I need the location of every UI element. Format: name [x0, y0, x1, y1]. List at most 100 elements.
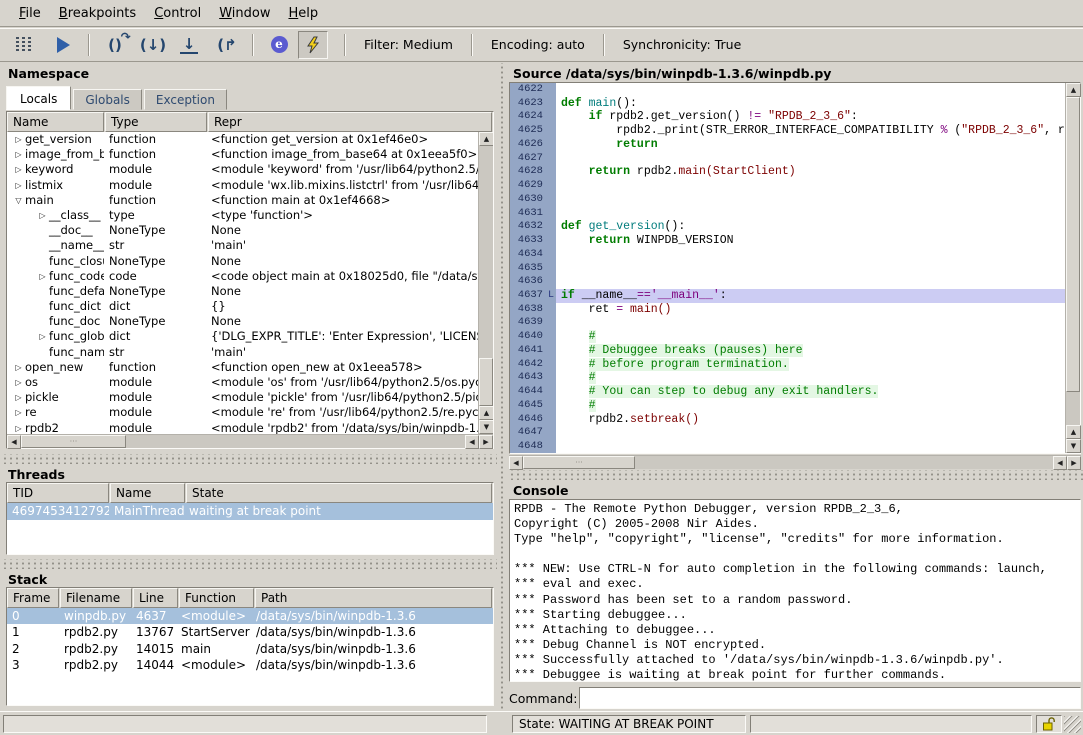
line-number[interactable]: 4636: [510, 275, 546, 289]
scroll-up-icon[interactable]: ▲: [479, 132, 493, 146]
line-number[interactable]: 4634: [510, 248, 546, 262]
gutter-marker[interactable]: [546, 399, 556, 413]
line-number[interactable]: 4629: [510, 179, 546, 193]
go-button[interactable]: [48, 31, 78, 59]
namespace-vertical-scrollbar[interactable]: ▲ ▲ ▼: [478, 132, 493, 434]
gutter-marker[interactable]: [546, 275, 556, 289]
gutter-marker[interactable]: [546, 316, 556, 330]
scroll-left-icon[interactable]: ◀: [465, 435, 479, 449]
scroll-left-icon[interactable]: ◀: [509, 456, 523, 470]
line-number[interactable]: 4633: [510, 234, 546, 248]
line-number[interactable]: 4640: [510, 330, 546, 344]
gutter-marker[interactable]: [546, 220, 556, 234]
stack-row[interactable]: 2rpdb2.py14015main/data/sys/bin/winpdb-1…: [7, 641, 493, 657]
scroll-left-icon[interactable]: ◀: [7, 435, 21, 449]
gutter-marker[interactable]: [546, 385, 556, 399]
line-number[interactable]: 4644: [510, 385, 546, 399]
line-number[interactable]: 4624: [510, 110, 546, 124]
expand-arrow-icon[interactable]: ▷: [12, 378, 25, 387]
scroll-track[interactable]: [126, 435, 465, 448]
expand-arrow-icon[interactable]: ▷: [12, 424, 25, 433]
gutter-marker[interactable]: [546, 110, 556, 124]
gutter-marker[interactable]: [546, 413, 556, 427]
line-number[interactable]: 4645: [510, 399, 546, 413]
scroll-left-icon[interactable]: ◀: [1053, 456, 1067, 470]
column-header-path[interactable]: Path: [255, 588, 492, 608]
line-number[interactable]: 4642: [510, 358, 546, 372]
tab-exception[interactable]: Exception: [144, 89, 227, 110]
current-line-marker[interactable]: L: [546, 289, 556, 303]
line-number[interactable]: 4641: [510, 344, 546, 358]
namespace-row[interactable]: func_namestr'main': [7, 345, 478, 360]
line-number[interactable]: 4631: [510, 207, 546, 221]
column-header-line[interactable]: Line: [133, 588, 178, 608]
scroll-down-icon[interactable]: ▼: [479, 420, 493, 434]
gutter-marker[interactable]: [546, 330, 556, 344]
goto-button[interactable]: ↓: [174, 31, 204, 59]
line-number[interactable]: 4646: [510, 413, 546, 427]
scroll-down-icon[interactable]: ▼: [1066, 439, 1081, 453]
gutter-marker[interactable]: [546, 344, 556, 358]
scroll-track[interactable]: [1066, 392, 1080, 425]
expand-arrow-icon[interactable]: ▷: [12, 165, 25, 174]
namespace-row[interactable]: func_closurNoneTypeNone: [7, 254, 478, 269]
column-header-repr[interactable]: Repr: [208, 112, 492, 132]
gutter-marker[interactable]: [546, 83, 556, 97]
column-header-state[interactable]: State: [186, 483, 492, 503]
expand-arrow-icon[interactable]: ▷: [36, 211, 49, 220]
namespace-row[interactable]: ▷get_versionfunction<function get_versio…: [7, 132, 478, 147]
column-header-name[interactable]: Name: [110, 483, 185, 503]
namespace-row[interactable]: func_docNoneTypeNone: [7, 314, 478, 329]
namespace-row[interactable]: __name__str'main': [7, 238, 478, 253]
line-number[interactable]: 4643: [510, 371, 546, 385]
namespace-row[interactable]: ▷func_globaldict{'DLG_EXPR_TITLE': 'Ente…: [7, 329, 478, 344]
line-number[interactable]: 4632: [510, 220, 546, 234]
line-number[interactable]: 4638: [510, 303, 546, 317]
line-number[interactable]: 4628: [510, 165, 546, 179]
gutter-marker[interactable]: [546, 124, 556, 138]
menu-item-breakpoints[interactable]: Breakpoints: [50, 2, 145, 25]
gutter-marker[interactable]: [546, 193, 556, 207]
expand-arrow-icon[interactable]: ▷: [12, 150, 25, 159]
line-number[interactable]: 4623: [510, 97, 546, 111]
gutter-marker[interactable]: [546, 234, 556, 248]
namespace-row[interactable]: ▷image_from_bfunction<function image_fro…: [7, 147, 478, 162]
stack-row[interactable]: 3rpdb2.py14044<module>/data/sys/bin/winp…: [7, 657, 493, 673]
expand-arrow-icon[interactable]: ▷: [12, 363, 25, 372]
line-number[interactable]: 4639: [510, 316, 546, 330]
horizontal-splitter[interactable]: [0, 454, 497, 464]
gutter-marker[interactable]: [546, 138, 556, 152]
line-number[interactable]: 4626: [510, 138, 546, 152]
gutter-marker[interactable]: [546, 165, 556, 179]
gutter-marker[interactable]: [546, 179, 556, 193]
vertical-splitter[interactable]: [497, 63, 507, 710]
scroll-right-icon[interactable]: ▶: [479, 435, 493, 449]
encoding-button[interactable]: e: [264, 31, 294, 59]
return-button[interactable]: (↱: [212, 31, 242, 59]
line-number[interactable]: 4647: [510, 426, 546, 440]
namespace-row[interactable]: ▷remodule<module 're' from '/usr/lib64/p…: [7, 405, 478, 420]
column-header-tid[interactable]: TID: [7, 483, 109, 503]
namespace-row[interactable]: ▷picklemodule<module 'pickle' from '/usr…: [7, 390, 478, 405]
next-button[interactable]: ()↷: [100, 31, 130, 59]
scroll-up-icon[interactable]: ▲: [1066, 425, 1081, 439]
tab-locals[interactable]: Locals: [6, 86, 71, 110]
namespace-row[interactable]: func_defaulNoneTypeNone: [7, 284, 478, 299]
column-header-name[interactable]: Name: [7, 112, 104, 132]
step-into-button[interactable]: (↓): [138, 31, 168, 59]
stack-row[interactable]: 0winpdb.py4637<module>/data/sys/bin/winp…: [7, 608, 493, 624]
scroll-track[interactable]: [635, 456, 1053, 469]
column-header-frame[interactable]: Frame: [7, 588, 59, 608]
source-vertical-scrollbar[interactable]: ▲ ▲ ▼: [1065, 83, 1080, 453]
gutter-marker[interactable]: [546, 152, 556, 166]
gutter-marker[interactable]: [546, 303, 556, 317]
scroll-up-icon[interactable]: ▲: [479, 406, 493, 420]
source-horizontal-scrollbar[interactable]: ◀ ··· ◀ ▶: [509, 455, 1081, 469]
namespace-row[interactable]: __doc__NoneTypeNone: [7, 223, 478, 238]
column-header-filename[interactable]: Filename: [60, 588, 132, 608]
scroll-thumb[interactable]: ···: [523, 456, 635, 469]
line-number[interactable]: 4622: [510, 83, 546, 97]
namespace-row[interactable]: ▷rpdb2module<module 'rpdb2' from '/data/…: [7, 421, 478, 434]
line-number[interactable]: 4627: [510, 152, 546, 166]
line-number[interactable]: 4635: [510, 262, 546, 276]
